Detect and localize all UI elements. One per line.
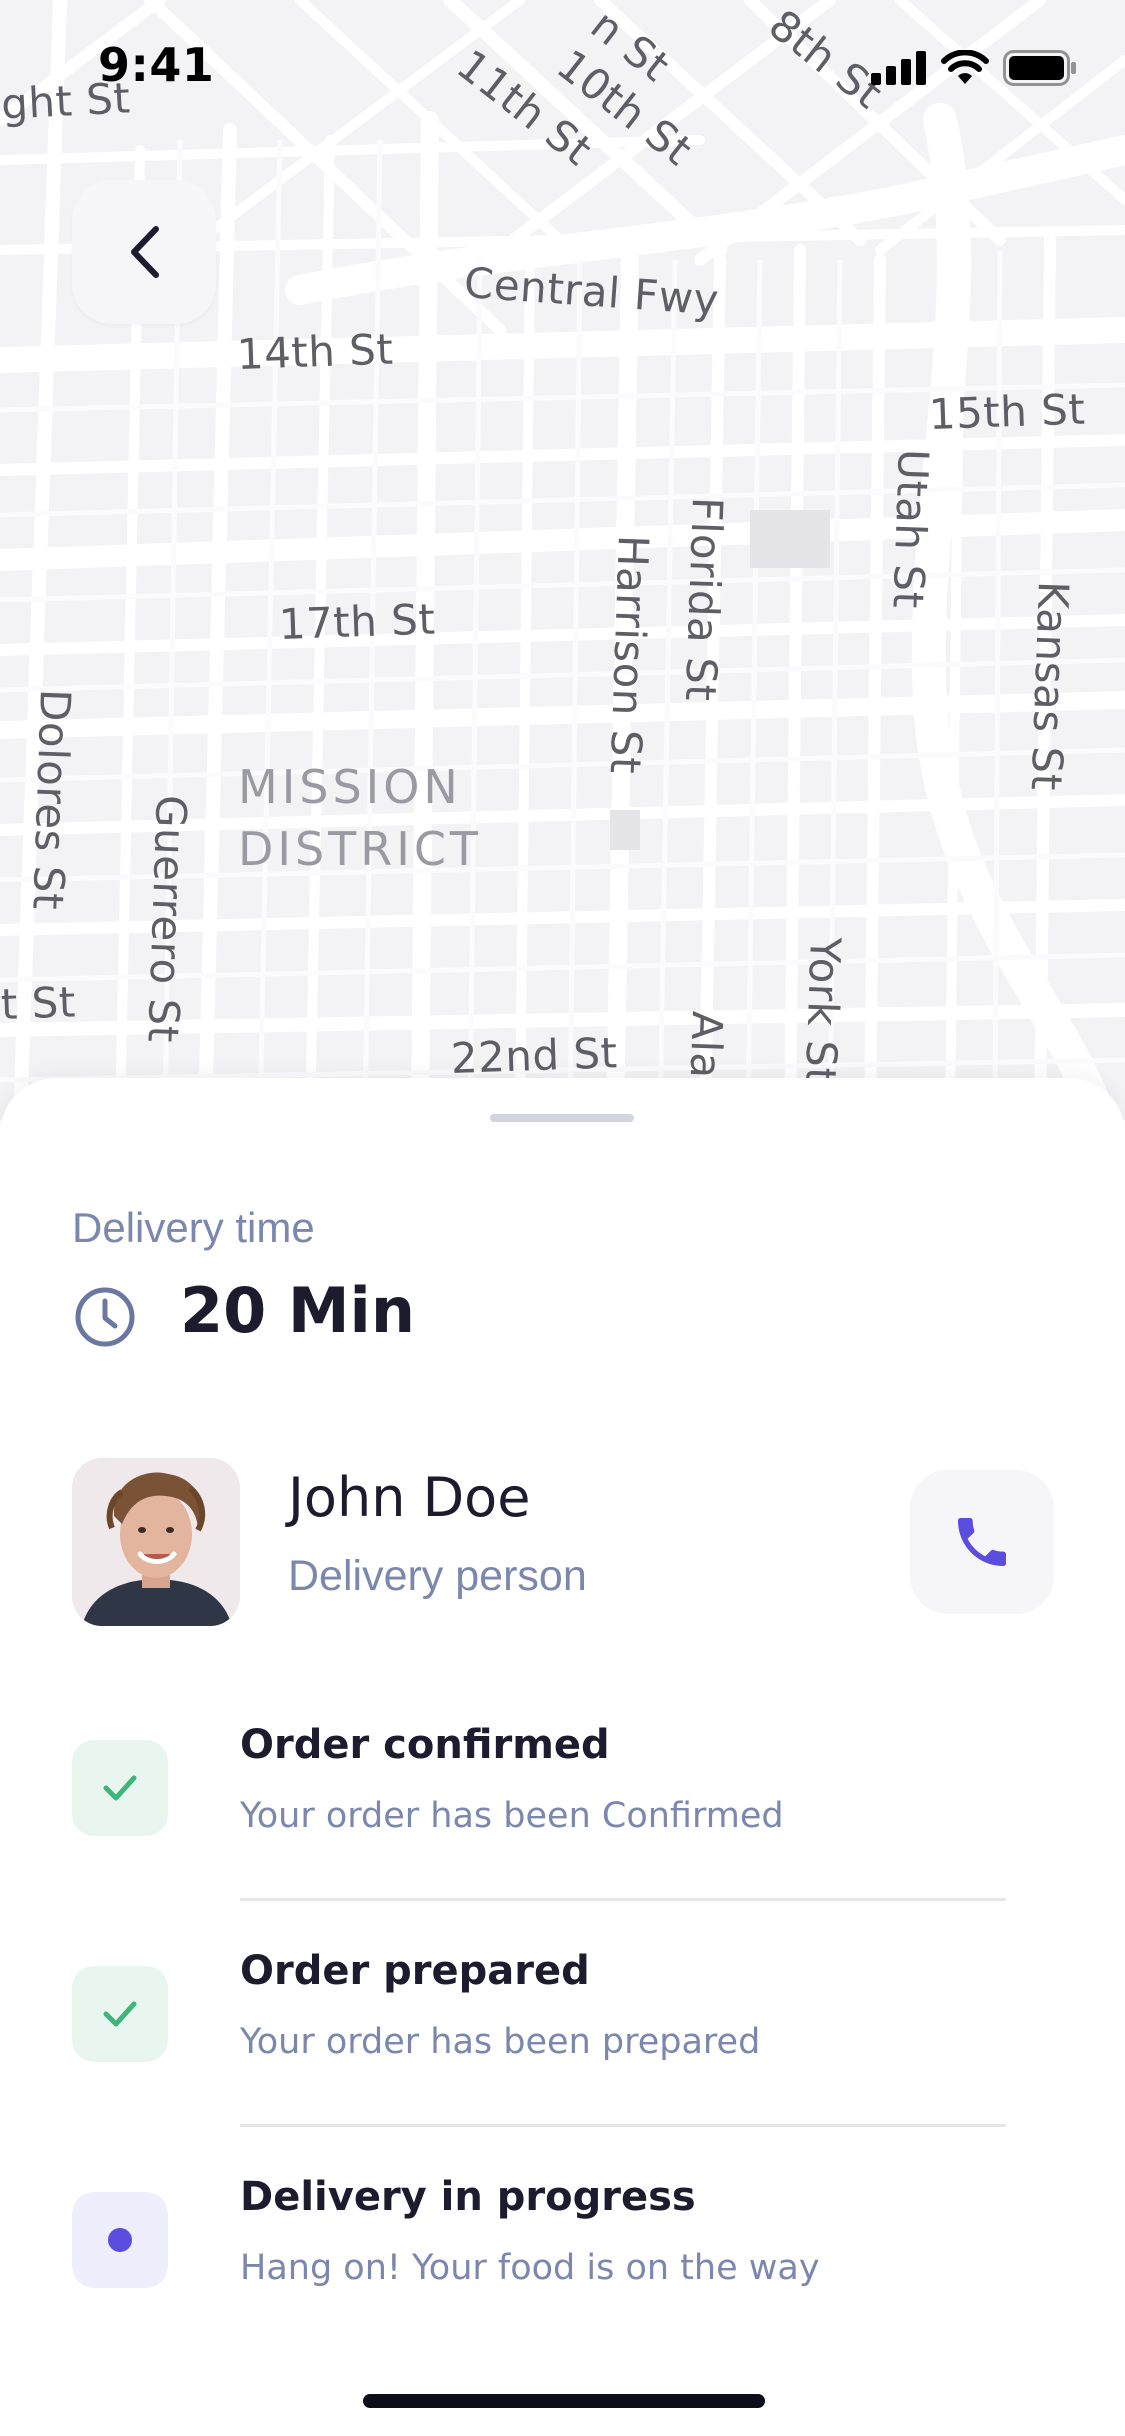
map-label: 14th St: [236, 324, 395, 379]
order-tracking-sheet: Delivery time 20 Min John Doe Delivery p…: [0, 1078, 1125, 2436]
check-icon: [103, 1775, 137, 1801]
map[interactable]: ght St n St 8th St 11th St 10th St Centr…: [0, 0, 1125, 1120]
home-indicator[interactable]: [363, 2394, 765, 2408]
clock-icon: [75, 1287, 135, 1347]
chevron-left-icon: [131, 226, 159, 278]
status-bar: 9:41: [0, 0, 1125, 132]
map-label: 22nd St: [450, 1028, 619, 1083]
courier-role: Delivery person: [288, 1552, 587, 1600]
step-subtitle: Your order has been prepared: [240, 2022, 761, 2062]
avatar: [72, 1458, 240, 1626]
delivery-time-label: Delivery time: [72, 1204, 315, 1251]
step-title: Order prepared: [240, 1948, 590, 1994]
back-button[interactable]: [72, 180, 216, 324]
step-divider: [240, 2124, 1006, 2127]
step-title: Delivery in progress: [240, 2174, 696, 2220]
call-button[interactable]: [910, 1470, 1054, 1614]
signal-icon: [871, 51, 926, 85]
wifi-icon: [941, 50, 989, 84]
step-status-done: [72, 1740, 168, 1836]
check-icon: [103, 2001, 137, 2027]
order-step: Order confirmed Your order has been Conf…: [0, 1722, 1125, 1940]
map-label: Guerrero St: [138, 794, 196, 1044]
map-label: Ala: [680, 1010, 732, 1080]
courier-name: John Doe: [288, 1466, 531, 1529]
step-title: Order confirmed: [240, 1722, 610, 1768]
delivery-time-value: 20 Min: [180, 1274, 415, 1347]
map-label: Harrison St: [600, 534, 658, 775]
map-label: York St: [795, 936, 850, 1086]
order-step: Order prepared Your order has been prepa…: [0, 1948, 1125, 2166]
map-label: Dolores St: [23, 688, 81, 911]
map-label: Kansas St: [1021, 580, 1078, 792]
step-status-active: [72, 2192, 168, 2288]
dot-icon: [108, 2228, 132, 2252]
district-label: MISSION DISTRICT: [238, 760, 483, 876]
step-subtitle: Hang on! Your food is on the way: [240, 2248, 820, 2288]
step-subtitle: Your order has been Confirmed: [240, 1796, 784, 1836]
order-step: Delivery in progress Hang on! Your food …: [0, 2174, 1125, 2392]
step-status-done: [72, 1966, 168, 2062]
phone-icon: [958, 1518, 1006, 1566]
status-icons: [871, 50, 1077, 86]
map-label: Florida St: [675, 496, 732, 703]
map-label: 17th St: [278, 594, 437, 649]
map-label: Utah St: [883, 448, 938, 610]
map-label: 15th St: [928, 384, 1087, 439]
map-label: t St: [0, 977, 77, 1029]
sheet-handle[interactable]: [490, 1114, 634, 1122]
battery-icon: [1003, 50, 1076, 86]
step-divider: [240, 1898, 1006, 1901]
courier-photo: [72, 1458, 240, 1626]
status-time: 9:41: [98, 38, 215, 92]
